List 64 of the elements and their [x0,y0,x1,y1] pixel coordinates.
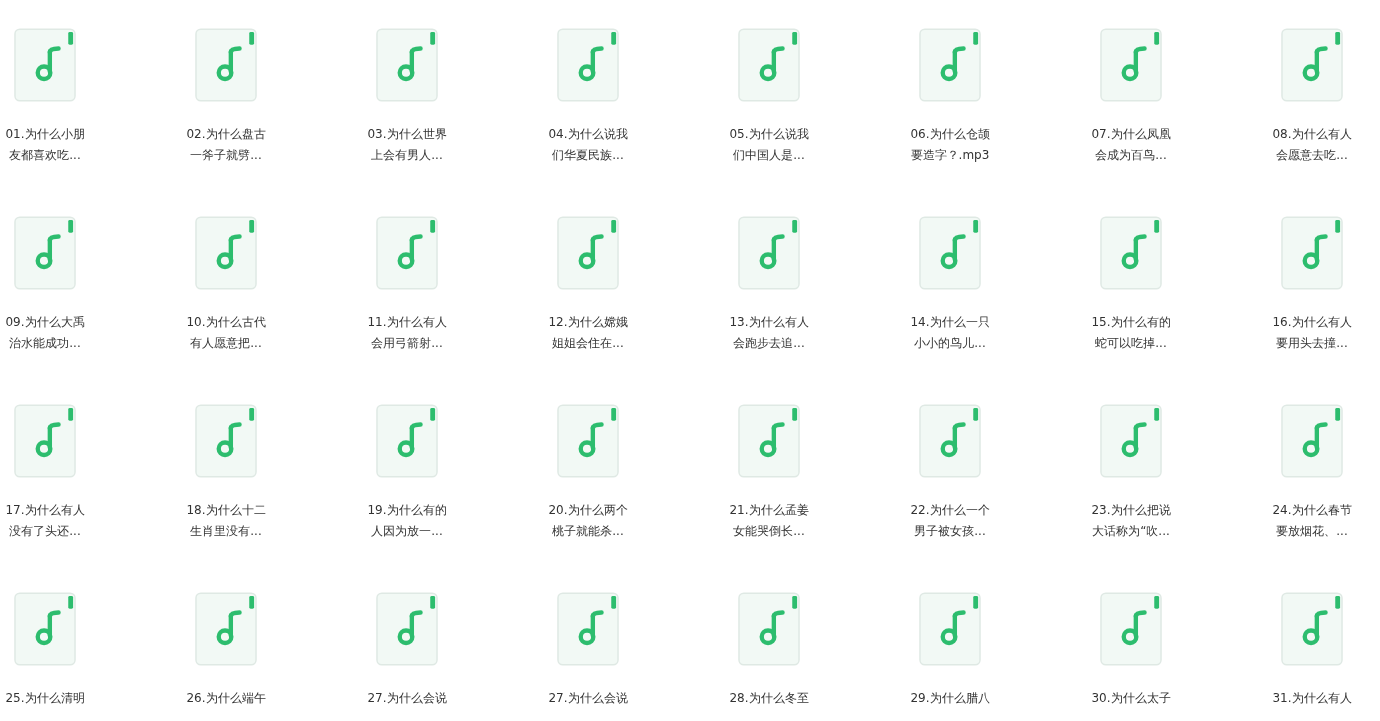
music-file-icon[interactable] [1100,404,1162,478]
file-name: 07.为什么凤凰 会成为百鸟... [1091,126,1171,164]
music-file-icon[interactable] [738,28,800,102]
file-name: 02.为什么盘古 一斧子就劈... [186,126,266,164]
music-file-icon[interactable] [1281,216,1343,290]
file-name: 09.为什么大禹 治水能成功... [5,314,85,352]
file-name: 29.为什么腊八 [910,690,990,707]
file-name: 16.为什么有人 要用头去撞... [1272,314,1352,352]
file-name: 22.为什么一个 男子被女孩... [910,502,990,540]
file-name: 27.为什么会说 [367,690,447,707]
file-name: 10.为什么古代 有人愿意把... [186,314,266,352]
file-name: 31.为什么有人 [1272,690,1352,707]
music-file-icon[interactable] [195,216,257,290]
file-name: 12.为什么嫦娥 姐姐会住在... [548,314,628,352]
music-file-icon[interactable] [557,216,619,290]
file-name: 23.为什么把说 大话称为“吹... [1091,502,1171,540]
music-file-icon[interactable] [557,404,619,478]
file-name: 28.为什么冬至 [729,690,809,707]
music-file-icon[interactable] [919,404,981,478]
music-file-icon[interactable] [1100,216,1162,290]
music-file-icon[interactable] [1100,28,1162,102]
file-name: 11.为什么有人 会用弓箭射... [367,314,447,352]
file-name: 20.为什么两个 桃子就能杀... [548,502,628,540]
music-file-icon[interactable] [195,592,257,666]
music-file-icon[interactable] [738,216,800,290]
file-name: 17.为什么有人 没有了头还... [5,502,85,540]
music-file-icon[interactable] [919,28,981,102]
file-name: 25.为什么清明 [5,690,85,707]
file-name: 26.为什么端午 [186,690,266,707]
music-file-icon[interactable] [376,592,438,666]
music-file-icon[interactable] [376,28,438,102]
music-file-icon[interactable] [14,404,76,478]
file-name: 27.为什么会说 [548,690,628,707]
music-file-icon[interactable] [557,28,619,102]
music-file-icon[interactable] [557,592,619,666]
music-file-icon[interactable] [1281,592,1343,666]
music-file-icon[interactable] [1281,28,1343,102]
music-file-icon[interactable] [1281,404,1343,478]
file-name: 04.为什么说我 们华夏民族... [548,126,628,164]
music-file-icon[interactable] [919,592,981,666]
file-name: 19.为什么有的 人因为放一... [367,502,447,540]
file-name: 06.为什么仓颉 要造字？.mp3 [910,126,990,164]
music-file-icon[interactable] [919,216,981,290]
music-file-icon[interactable] [195,404,257,478]
file-name: 30.为什么太子 [1091,690,1171,707]
file-name: 18.为什么十二 生肖里没有... [186,502,266,540]
music-file-icon[interactable] [14,216,76,290]
music-file-icon[interactable] [738,404,800,478]
music-file-icon[interactable] [14,592,76,666]
music-file-icon[interactable] [1100,592,1162,666]
music-file-icon[interactable] [14,28,76,102]
file-name: 24.为什么春节 要放烟花、... [1272,502,1352,540]
file-name: 13.为什么有人 会跑步去追... [729,314,809,352]
music-file-icon[interactable] [195,28,257,102]
music-file-icon[interactable] [376,216,438,290]
file-name: 08.为什么有人 会愿意去吃... [1272,126,1352,164]
file-name: 01.为什么小朋 友都喜欢吃... [5,126,85,164]
file-name: 05.为什么说我 们中国人是... [729,126,809,164]
file-name: 15.为什么有的 蛇可以吃掉... [1091,314,1171,352]
file-name: 14.为什么一只 小小的鸟儿... [910,314,990,352]
file-name: 03.为什么世界 上会有男人... [367,126,447,164]
music-file-icon[interactable] [376,404,438,478]
file-name: 21.为什么孟姜 女能哭倒长... [729,502,809,540]
music-file-icon[interactable] [738,592,800,666]
